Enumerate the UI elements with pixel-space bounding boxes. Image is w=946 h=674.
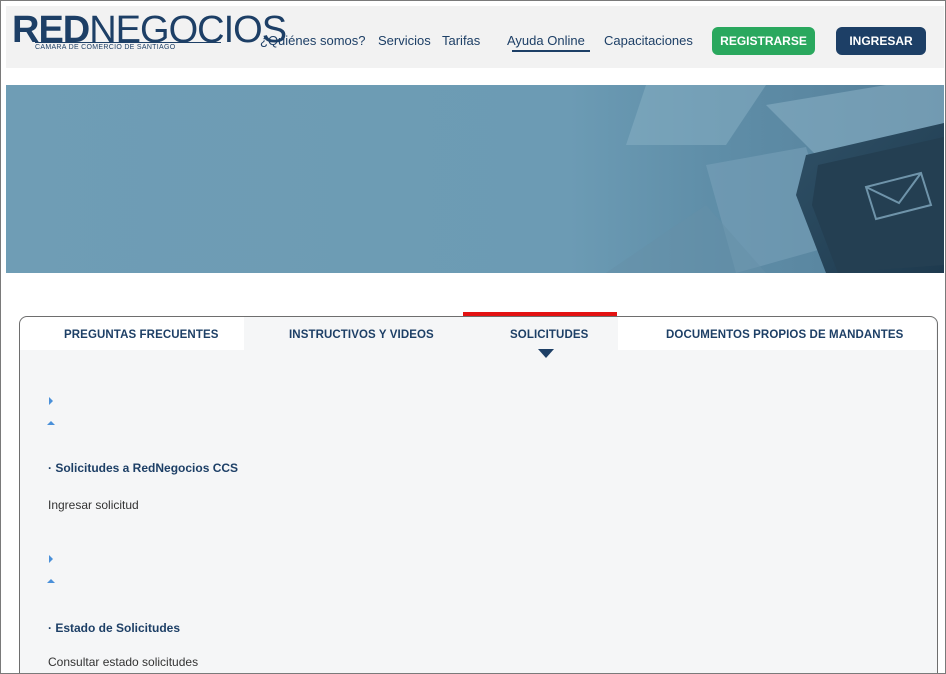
expand-caret-icon[interactable] (49, 397, 53, 405)
nav-link-quienes-somos[interactable]: ¿Quiénes somos? (260, 33, 366, 48)
nav-active-indicator (512, 50, 590, 52)
site-header: REDNEGOCIOS CAMARA DE COMERCIO DE SANTIA… (6, 6, 944, 68)
section-title-estado: · Estado de Solicitudes (48, 621, 181, 635)
consultar-estado-link[interactable]: Consultar estado solicitudes (48, 655, 198, 669)
browser-frame: REDNEGOCIOS CAMARA DE COMERCIO DE SANTIA… (0, 0, 946, 674)
tabs-row: PREGUNTAS FRECUENTES INSTRUCTIVOS Y VIDE… (20, 317, 937, 358)
nav-link-ayuda-online[interactable]: Ayuda Online (507, 33, 585, 48)
tab-instructivos-videos[interactable]: INSTRUCTIVOS Y VIDEOS (289, 329, 434, 341)
ingresar-solicitud-link[interactable]: Ingresar solicitud (48, 498, 139, 512)
nav-link-capacitaciones[interactable]: Capacitaciones (604, 33, 693, 48)
help-tabs-panel: PREGUNTAS FRECUENTES INSTRUCTIVOS Y VIDE… (19, 316, 938, 673)
active-tab-arrow-icon (538, 349, 554, 358)
nav-link-servicios[interactable]: Servicios (378, 33, 431, 48)
tab-solicitudes[interactable]: SOLICITUDES (510, 329, 588, 341)
section-title-solicitudes: · Solicitudes a RedNegocios CCS (48, 461, 239, 475)
envelope-key-icon (606, 85, 944, 273)
collapse-caret-icon[interactable] (47, 421, 55, 425)
site-logo[interactable]: REDNEGOCIOS CAMARA DE COMERCIO DE SANTIA… (12, 10, 287, 62)
hero-banner (6, 85, 944, 273)
tab-preguntas-frecuentes[interactable]: PREGUNTAS FRECUENTES (64, 329, 219, 341)
logo-divider (35, 42, 221, 43)
nav-link-tarifas[interactable]: Tarifas (442, 33, 480, 48)
login-button[interactable]: INGRESAR (836, 27, 926, 55)
collapse-caret-icon[interactable] (47, 579, 55, 583)
tab-documentos-mandantes[interactable]: DOCUMENTOS PROPIOS DE MANDANTES (666, 329, 903, 341)
logo-tagline: CAMARA DE COMERCIO DE SANTIAGO (35, 44, 176, 51)
expand-caret-icon[interactable] (49, 555, 53, 563)
register-button[interactable]: REGISTRARSE (712, 27, 815, 55)
